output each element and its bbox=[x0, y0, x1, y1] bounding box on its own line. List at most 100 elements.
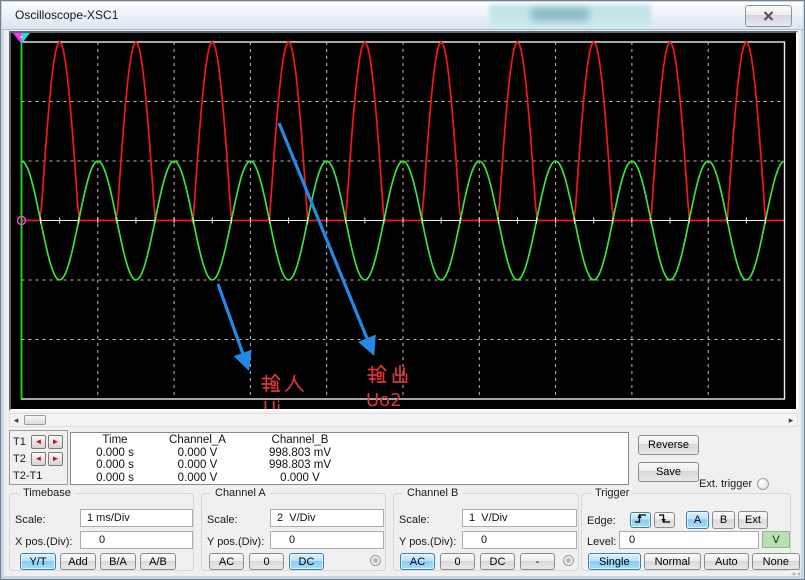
channel-a-scale-label: Scale: bbox=[207, 514, 238, 526]
trigger-source-b-button[interactable]: B bbox=[712, 511, 735, 529]
channel-b-ypos-input[interactable] bbox=[462, 531, 577, 549]
readout-cell: 0.000 V bbox=[145, 447, 250, 460]
t2-left-button[interactable]: ◄ bbox=[31, 452, 46, 466]
right-arrow-icon: ► bbox=[52, 454, 60, 463]
channel-a-scale-input[interactable] bbox=[270, 509, 384, 527]
channel-b-blank-button[interactable]: - bbox=[520, 553, 555, 570]
channel-a-legend: Channel A bbox=[211, 487, 270, 499]
channel-a-coupling-buttons: AC 0 DC bbox=[209, 553, 329, 570]
trigger-source-ext-button[interactable]: Ext bbox=[738, 511, 768, 529]
channel-b-coupling-buttons: AC 0 DC- bbox=[400, 553, 560, 570]
scrollbar-right-arrow-icon[interactable]: ▸ bbox=[785, 414, 797, 426]
annotation-subtext: Uo2 bbox=[366, 390, 402, 409]
trigger-source-a-button[interactable]: A bbox=[686, 511, 709, 529]
channel-b-dc-button[interactable]: DC bbox=[480, 553, 515, 570]
oscilloscope-window: Oscilloscope-XSC1 UiUo2 ◂ ▸ T1 ◄ ► T2 ◄ … bbox=[0, 0, 805, 580]
readout-cell: 998.803 mV bbox=[250, 459, 350, 472]
timebase-legend: Timebase bbox=[19, 487, 75, 499]
ext-trigger-connector-icon bbox=[757, 478, 769, 490]
horizontal-scrollbar[interactable]: ◂ ▸ bbox=[9, 413, 798, 427]
scrollbar-left-arrow-icon[interactable]: ◂ bbox=[10, 414, 22, 426]
background-glass-artifact-dark bbox=[530, 8, 590, 21]
t1-label: T1 bbox=[13, 436, 29, 448]
annotation-subtext: Ui bbox=[263, 398, 281, 409]
trigger-edge-label: Edge: bbox=[587, 515, 616, 527]
right-arrow-icon: ► bbox=[52, 437, 60, 446]
timebase-mode-buttons: Y/TAddB/AA/B bbox=[20, 553, 180, 570]
trigger-group: Trigger Edge: ABExt Level: V SingleNorma… bbox=[581, 493, 791, 571]
channel-b-ac-button[interactable]: AC bbox=[400, 553, 435, 570]
readout-cell: 0.000 V bbox=[145, 459, 250, 472]
close-icon bbox=[746, 11, 791, 21]
channel-a-ypos-label: Y pos.(Div): bbox=[207, 536, 264, 548]
trigger-source-buttons: ABExt bbox=[686, 511, 771, 529]
titlebar[interactable]: Oscilloscope-XSC1 bbox=[2, 2, 803, 30]
left-arrow-icon: ◄ bbox=[35, 437, 43, 446]
left-arrow-icon: ◄ bbox=[35, 454, 43, 463]
timebase-group: Timebase Scale: X pos.(Div): Y/TAddB/AA/… bbox=[9, 493, 194, 571]
timebase-xpos-label: X pos.(Div): bbox=[15, 536, 72, 548]
t1-right-button[interactable]: ► bbox=[48, 435, 63, 449]
readout-row: 0.000 s0.000 V0.000 V bbox=[71, 472, 628, 485]
channel-b-scale-label: Scale: bbox=[399, 514, 430, 526]
trigger-mode-single-button[interactable]: Single bbox=[588, 553, 641, 570]
channel-b-0-button[interactable]: 0 bbox=[440, 553, 475, 570]
resize-grip[interactable] bbox=[789, 564, 801, 576]
rising-edge-icon bbox=[634, 513, 647, 527]
readout-cell: 0.000 V bbox=[145, 472, 250, 485]
trigger-mode-auto-button[interactable]: Auto bbox=[704, 553, 749, 570]
readout-row: 0.000 s0.000 V998.803 mV bbox=[71, 459, 628, 472]
readout-cell: Channel_A bbox=[145, 434, 250, 447]
ext-trigger-label: Ext. trigger bbox=[699, 478, 752, 490]
timebase-scale-input[interactable] bbox=[80, 509, 193, 527]
trigger-level-unit-select[interactable]: V bbox=[762, 531, 790, 548]
channel-a-0-button[interactable]: 0 bbox=[249, 553, 284, 570]
channel-a-connector-icon bbox=[370, 555, 381, 566]
trigger-level-label: Level: bbox=[587, 536, 616, 548]
save-button[interactable]: Save bbox=[638, 462, 699, 482]
trigger-level-input[interactable] bbox=[619, 531, 759, 549]
trigger-legend: Trigger bbox=[591, 487, 633, 499]
readout-header-row: TimeChannel_AChannel_B bbox=[71, 434, 628, 447]
channel-a-group: Channel A Scale: Y pos.(Div): AC0DC bbox=[201, 493, 386, 571]
channel-a-ac-button[interactable]: AC bbox=[209, 553, 244, 570]
channel-b-ypos-label: Y pos.(Div): bbox=[399, 536, 456, 548]
trigger-edge-buttons bbox=[630, 512, 678, 528]
falling-edge-icon bbox=[658, 513, 671, 527]
trigger-falling-edge-button[interactable] bbox=[654, 512, 675, 528]
t2-label: T2 bbox=[13, 453, 29, 465]
ext-trigger: Ext. trigger bbox=[699, 478, 769, 490]
readout-cell: Channel_B bbox=[250, 434, 350, 447]
readout-cell: 998.803 mV bbox=[250, 447, 350, 460]
scrollbar-thumb[interactable] bbox=[24, 415, 46, 425]
channel-a-ypos-input[interactable] bbox=[270, 531, 384, 549]
trigger-rising-edge-button[interactable] bbox=[630, 512, 651, 528]
timebase-add-button[interactable]: Add bbox=[60, 553, 96, 570]
trigger-mode-normal-button[interactable]: Normal bbox=[644, 553, 701, 570]
timebase-scale-label: Scale: bbox=[15, 514, 46, 526]
trigger-mode-buttons: SingleNormalAutoNone bbox=[588, 553, 803, 570]
readout-cell: Time bbox=[85, 434, 145, 447]
readout-panel: TimeChannel_AChannel_B0.000 s0.000 V998.… bbox=[70, 432, 629, 485]
t2-t1-label: T2-T1 bbox=[13, 470, 67, 482]
readout-cell: 0.000 s bbox=[85, 472, 145, 485]
readout-cell: 0.000 s bbox=[85, 447, 145, 460]
channel-b-legend: Channel B bbox=[403, 487, 462, 499]
reverse-button[interactable]: Reverse bbox=[638, 435, 699, 455]
readout-cell: 0.000 V bbox=[250, 472, 350, 485]
t1-left-button[interactable]: ◄ bbox=[31, 435, 46, 449]
waveform-canvas: Ui Uo2 bbox=[11, 33, 796, 409]
timebase-a-b-button[interactable]: A/B bbox=[140, 553, 176, 570]
channel-b-group: Channel B Scale: Y pos.(Div): AC0DC- bbox=[393, 493, 579, 571]
window-title: Oscilloscope-XSC1 bbox=[15, 8, 118, 22]
t2-right-button[interactable]: ► bbox=[48, 452, 63, 466]
channel-b-connector-icon bbox=[563, 555, 574, 566]
timebase-y-t-button[interactable]: Y/T bbox=[20, 553, 56, 570]
readout-cell: 0.000 s bbox=[85, 459, 145, 472]
timebase-b-a-button[interactable]: B/A bbox=[100, 553, 136, 570]
channel-b-scale-input[interactable] bbox=[462, 509, 577, 527]
scope-display: Ui Uo2 bbox=[9, 31, 798, 411]
close-button[interactable] bbox=[745, 5, 792, 27]
timebase-xpos-input[interactable] bbox=[80, 531, 193, 549]
channel-a-dc-button[interactable]: DC bbox=[289, 553, 324, 570]
